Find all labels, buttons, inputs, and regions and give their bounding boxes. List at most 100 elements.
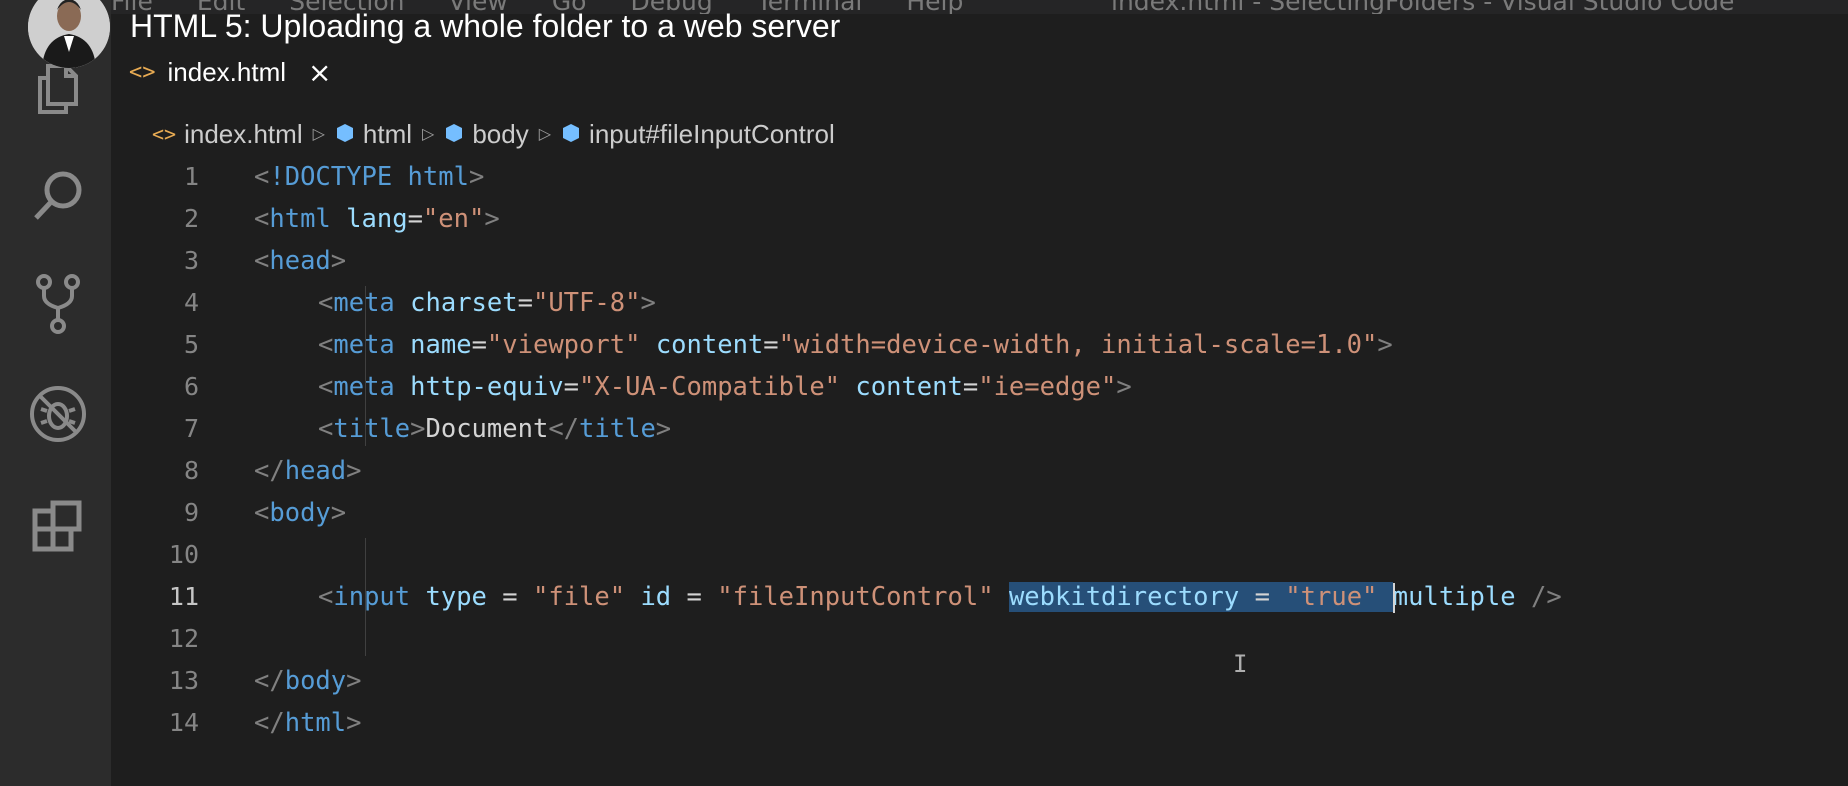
line-content: <head> <box>254 240 346 282</box>
code-token: > <box>1116 372 1132 402</box>
code-token: "file" <box>532 582 626 612</box>
video-title: HTML 5: Uploading a whole folder to a we… <box>130 8 841 44</box>
code-token: < <box>318 372 334 402</box>
window-title: index.html - SelectingFolders - Visual S… <box>1111 0 1734 14</box>
chevron-right-icon: ▷ <box>422 126 435 143</box>
indent-guide <box>365 538 366 656</box>
tab-index-html[interactable]: <> index.html × <box>129 48 331 96</box>
code-token: title <box>333 414 411 444</box>
code-line[interactable]: 6 <meta http-equiv="X-UA-Compatible" cont… <box>111 366 1848 408</box>
code-token: > <box>330 498 347 528</box>
code-token: http-equiv <box>410 372 564 402</box>
menu-item-help[interactable]: Help <box>906 0 963 14</box>
code-token: < <box>254 498 270 528</box>
code-token: "viewport" <box>486 330 641 360</box>
selected-token: "true" <box>1285 582 1378 612</box>
tab-label: index.html <box>167 56 287 87</box>
code-token: = <box>962 372 979 402</box>
code-token: "width=device-width, initial-scale=1.0" <box>778 330 1378 360</box>
breadcrumb-item-html[interactable]: html <box>335 119 412 150</box>
selected-token <box>1377 582 1393 612</box>
code-token: multiple <box>1392 582 1516 612</box>
html-file-icon: <> <box>129 59 156 85</box>
code-token: "en" <box>422 204 485 234</box>
element-icon <box>444 119 464 150</box>
element-icon <box>561 119 581 150</box>
line-number: 7 <box>183 414 199 443</box>
code-line[interactable]: 13 </body> <box>111 660 1848 702</box>
code-token: = <box>471 330 487 360</box>
line-number: 6 <box>183 372 199 401</box>
breadcrumb-item-label: html <box>362 118 413 149</box>
code-line[interactable]: 14 </html> <box>111 702 1848 744</box>
code-token: > <box>655 414 672 444</box>
code-line[interactable]: 2 <html lang="en"> <box>111 198 1848 240</box>
code-token: name <box>410 330 472 360</box>
line-number: 2 <box>183 204 199 233</box>
extensions-icon[interactable] <box>22 490 94 562</box>
code-token: </ <box>254 456 285 486</box>
code-token: > <box>346 666 362 696</box>
code-line[interactable]: 9 <body> <box>111 492 1848 534</box>
code-token: "fileInputControl" <box>717 582 994 612</box>
breadcrumb-file[interactable]: <> index.html <box>152 119 303 150</box>
source-control-icon[interactable] <box>22 268 94 340</box>
code-token: = <box>407 204 423 234</box>
code-line[interactable]: 10 <box>111 534 1848 576</box>
line-number: 11 <box>168 582 199 611</box>
code-token: < <box>318 288 334 318</box>
code-line[interactable]: 8 </head> <box>111 450 1848 492</box>
code-token: < <box>318 582 334 612</box>
line-number: 13 <box>168 666 199 695</box>
line-number: 8 <box>183 456 199 485</box>
code-token: < <box>318 330 334 360</box>
code-token: html <box>407 162 469 192</box>
code-line[interactable]: 1 <!DOCTYPE html> <box>111 156 1848 198</box>
line-number: 12 <box>168 624 199 653</box>
code-line[interactable]: 12 <box>111 618 1848 660</box>
code-token: content <box>655 330 764 360</box>
close-icon[interactable]: × <box>308 56 331 89</box>
line-number: 5 <box>183 330 199 359</box>
code-token: > <box>410 414 426 444</box>
code-line[interactable]: 3 <head> <box>111 240 1848 282</box>
code-token: = <box>763 330 779 360</box>
code-token: type <box>425 582 487 612</box>
code-token: > <box>640 288 656 318</box>
breadcrumb: <> index.html ▷ html ▷ body ▷ input#file… <box>152 114 835 154</box>
code-token: head <box>284 456 347 486</box>
line-content: </body> <box>254 660 362 702</box>
code-token: input <box>333 582 411 612</box>
code-line[interactable]: 5 <meta name="viewport" content="width=de… <box>111 324 1848 366</box>
code-token: content <box>855 372 963 402</box>
selected-token: webkitdirectory <box>1008 582 1240 612</box>
code-token: < <box>254 204 270 234</box>
breadcrumb-item-input[interactable]: input#fileInputControl <box>561 119 835 150</box>
code-line[interactable]: 11 <input type = "file" id = "fileInputCo… <box>111 576 1848 618</box>
chevron-right-icon: ▷ <box>312 126 325 143</box>
code-token: body <box>269 498 331 528</box>
code-token: !DOCTYPE <box>269 162 393 192</box>
selected-token: = <box>1239 582 1286 612</box>
code-token: "X-UA-Compatible" <box>579 372 841 402</box>
line-content: <body> <box>254 492 346 534</box>
code-line[interactable]: 7 <title>Document</title> <box>111 408 1848 450</box>
code-token: /> <box>1530 582 1562 612</box>
code-token: = <box>671 582 718 612</box>
breadcrumb-item-body[interactable]: body <box>444 119 529 150</box>
code-line[interactable]: 4 <meta charset="UTF-8"> <box>111 282 1848 324</box>
code-token: "UTF-8" <box>532 288 641 318</box>
search-icon[interactable] <box>22 160 94 232</box>
line-content: <meta http-equiv="X-UA-Compatible" conte… <box>318 366 1132 408</box>
code-token: > <box>346 456 362 486</box>
line-content: <title>Document</title> <box>318 408 671 450</box>
code-token: Document <box>425 414 549 444</box>
debug-icon[interactable] <box>22 378 94 450</box>
